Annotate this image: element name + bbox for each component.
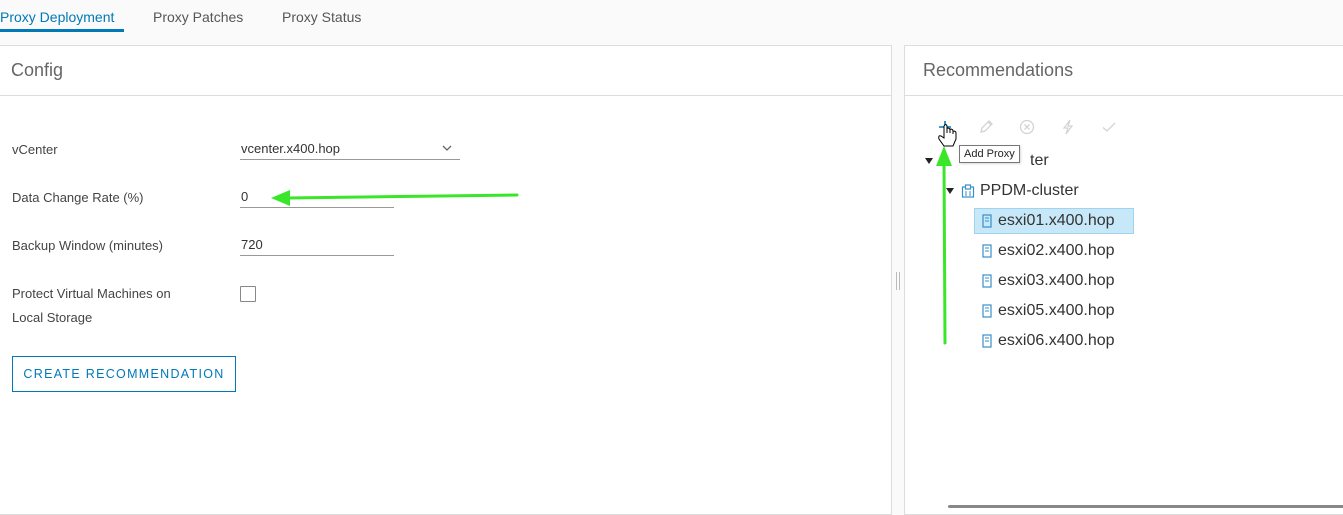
config-title: Config (11, 60, 64, 80)
horizontal-scrollbar[interactable] (948, 505, 1343, 508)
delete-circle-icon[interactable] (1018, 118, 1036, 136)
tab-proxy-status[interactable]: Proxy Status (282, 0, 361, 32)
add-proxy-tooltip: Add Proxy (959, 145, 1020, 163)
cluster-icon (961, 184, 975, 198)
protect-local-storage-label-line2: Local Storage (12, 310, 93, 325)
tree-root-label[interactable]: ter (1030, 152, 1049, 170)
protect-local-storage-label-line1: Protect Virtual Machines on (12, 286, 171, 301)
tree-host-label[interactable]: esxi05.x400.hop (998, 302, 1115, 320)
tree-expand-icon[interactable] (946, 187, 954, 195)
host-icon (982, 334, 992, 348)
panel-splitter-handle[interactable] (895, 270, 901, 292)
tree-host-label[interactable]: esxi02.x400.hop (998, 242, 1115, 260)
host-icon (982, 214, 992, 228)
tab-proxy-deployment[interactable]: Proxy Deployment (0, 0, 124, 32)
recommendations-title: Recommendations (923, 60, 1074, 80)
host-icon (982, 304, 992, 318)
change-rate-value: 0 (241, 189, 249, 204)
plus-icon[interactable] (936, 118, 954, 136)
tab-proxy-patches[interactable]: Proxy Patches (153, 0, 243, 32)
backup-window-value: 720 (241, 237, 263, 252)
tree-host-label[interactable]: esxi03.x400.hop (998, 272, 1115, 290)
pencil-icon[interactable] (977, 118, 995, 136)
vcenter-label: vCenter (12, 142, 58, 157)
tree-host-label[interactable]: esxi01.x400.hop (998, 212, 1115, 230)
lightning-icon[interactable] (1059, 118, 1077, 136)
vcenter-select-value: vcenter.x400.hop (241, 141, 341, 156)
chevron-down-icon (440, 141, 454, 155)
host-icon (982, 244, 992, 258)
change-rate-input[interactable]: 0 (240, 187, 394, 208)
create-recommendation-button[interactable]: CREATE RECOMMENDATION (12, 356, 236, 392)
change-rate-label: Data Change Rate (%) (12, 190, 144, 205)
tree-host-label[interactable]: esxi06.x400.hop (998, 332, 1115, 350)
tab-bar: Proxy Deployment Proxy Patches Proxy Sta… (0, 0, 1343, 34)
config-panel: Config vCenter vcenter.x400.hop Data Cha… (0, 45, 892, 515)
vcenter-select[interactable]: vcenter.x400.hop (240, 139, 460, 160)
tree-expand-icon[interactable] (925, 157, 933, 165)
tree-cluster-label[interactable]: PPDM-cluster (980, 182, 1079, 200)
recommendations-panel: Recommendations ter PPDM-cluster esxi01.… (904, 45, 1343, 515)
checkmark-icon[interactable] (1100, 118, 1118, 136)
protect-local-storage-checkbox[interactable] (240, 286, 256, 302)
backup-window-input[interactable]: 720 (240, 235, 394, 256)
backup-window-label: Backup Window (minutes) (12, 238, 163, 253)
config-divider (0, 95, 891, 96)
recommendations-divider (905, 95, 1343, 96)
host-icon (982, 274, 992, 288)
